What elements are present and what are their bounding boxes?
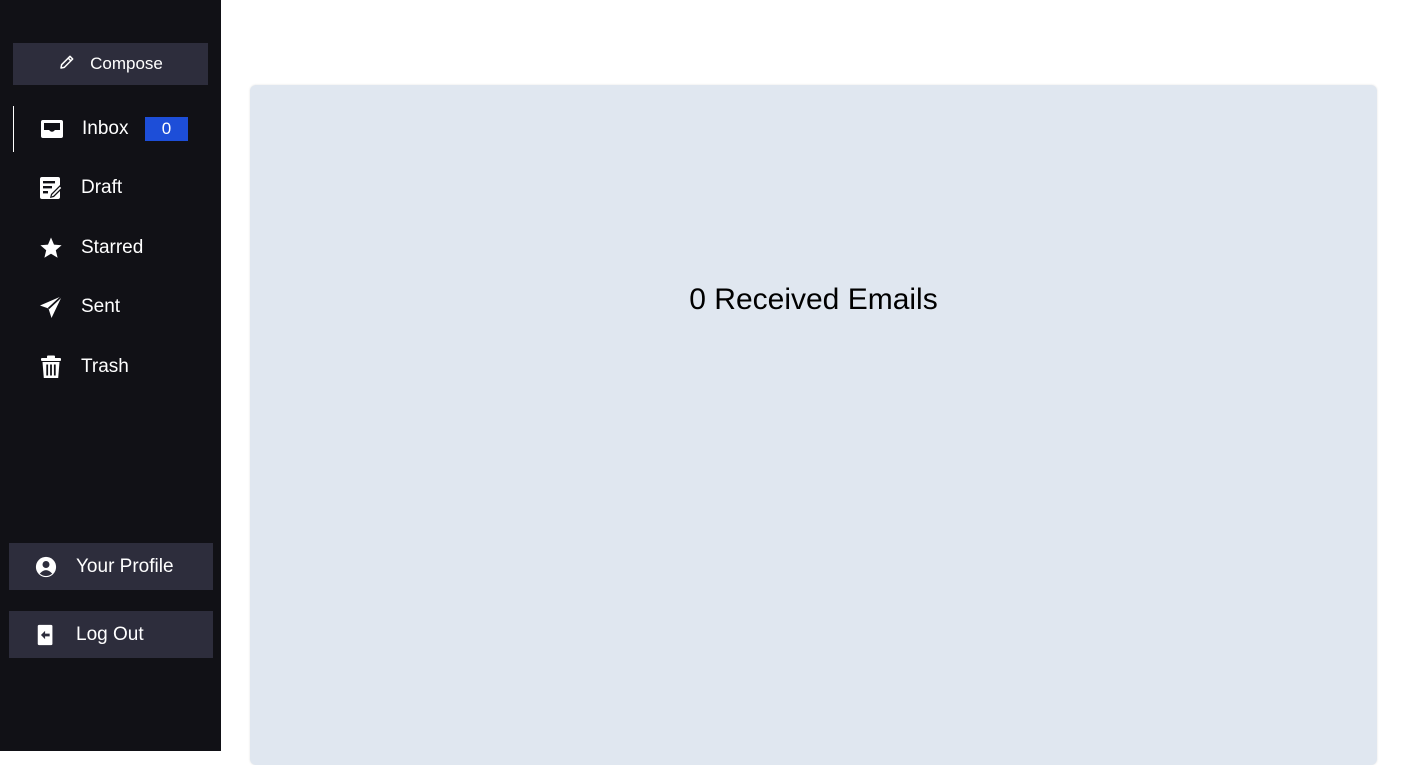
sidebar-item-label: Draft <box>81 177 123 198</box>
trash-icon <box>39 355 63 379</box>
logout-icon <box>35 624 57 646</box>
send-icon <box>39 295 63 319</box>
your-profile-label: Your Profile <box>76 555 174 577</box>
compose-label: Compose <box>90 54 163 73</box>
sidebar-item-starred[interactable]: Starred <box>13 225 213 271</box>
sidebar-item-trash[interactable]: Trash <box>13 344 213 390</box>
inbox-icon <box>40 117 64 141</box>
compose-button[interactable]: Compose <box>13 43 208 85</box>
empty-inbox-message: 0 Received Emails <box>689 283 938 316</box>
sidebar-item-sent[interactable]: Sent <box>13 284 213 330</box>
pencil-icon <box>58 53 76 76</box>
sidebar-item-label: Inbox <box>82 118 129 139</box>
your-profile-button[interactable]: Your Profile <box>9 543 213 590</box>
logout-label: Log Out <box>76 623 144 645</box>
sidebar-item-label: Sent <box>81 296 121 317</box>
user-circle-icon <box>35 556 57 578</box>
sidebar-item-draft[interactable]: Draft <box>13 165 213 211</box>
email-list-panel: 0 Received Emails <box>250 85 1377 765</box>
sidebar-item-inbox[interactable]: Inbox 0 <box>13 106 213 152</box>
star-icon <box>39 236 63 260</box>
sidebar-item-label: Trash <box>81 356 129 377</box>
sidebar: Compose Inbox 0 Draft Starred Sent Trash… <box>0 0 221 751</box>
logout-button[interactable]: Log Out <box>9 611 213 658</box>
sidebar-item-label: Starred <box>81 237 144 258</box>
unread-count-badge: 0 <box>145 117 188 141</box>
draft-icon <box>39 176 63 200</box>
